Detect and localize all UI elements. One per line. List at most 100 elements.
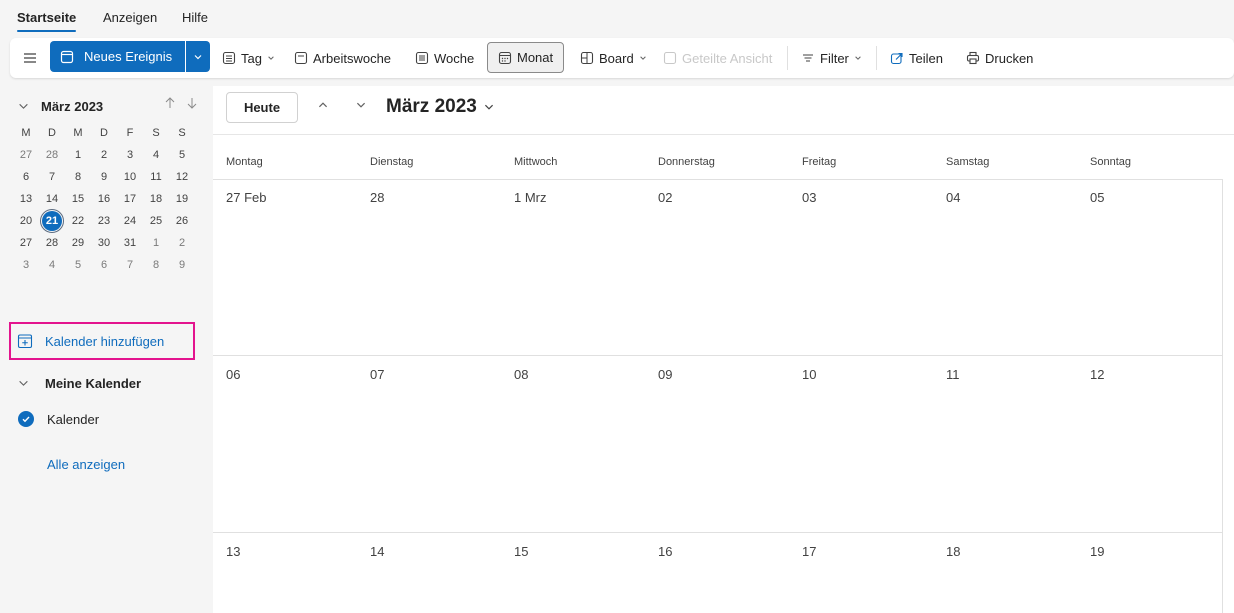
arrow-up-icon[interactable]	[164, 96, 176, 110]
mini-day[interactable]: 28	[42, 145, 62, 165]
mini-day[interactable]: 23	[94, 211, 114, 231]
mini-day[interactable]: 26	[172, 211, 192, 231]
mini-day[interactable]: 6	[16, 167, 36, 187]
tab-anzeigen[interactable]: Anzeigen	[103, 10, 157, 25]
split-view-button[interactable]: Geteilte Ansicht	[663, 38, 772, 78]
mini-day[interactable]: 11	[146, 167, 166, 187]
mini-day[interactable]: 3	[120, 145, 140, 165]
checkmark-icon[interactable]	[18, 411, 34, 427]
mini-day[interactable]: 27	[16, 233, 36, 253]
mini-day[interactable]: 14	[42, 189, 62, 209]
share-button[interactable]: Teilen	[890, 38, 943, 78]
mini-day[interactable]: 16	[94, 189, 114, 209]
mini-week-row: 13 14 15 16 17 18 19	[16, 188, 200, 210]
mini-day[interactable]: 7	[120, 255, 140, 275]
mini-day[interactable]: 2	[172, 233, 192, 253]
day-cell[interactable]: 14	[357, 534, 501, 613]
day-cell[interactable]: 28	[357, 180, 501, 355]
day-cell[interactable]: 02	[645, 180, 789, 355]
mini-day[interactable]: 31	[120, 233, 140, 253]
day-cell[interactable]: 07	[357, 357, 501, 532]
day-cell[interactable]: 05	[1077, 180, 1221, 355]
view-tag-button[interactable]: Tag	[222, 38, 280, 78]
day-cell[interactable]: 17	[789, 534, 933, 613]
view-arbeitswoche-button[interactable]: Arbeitswoche	[294, 38, 391, 78]
mini-day[interactable]: 30	[94, 233, 114, 253]
mini-day[interactable]: 18	[146, 189, 166, 209]
mini-day-today[interactable]: 21	[40, 209, 64, 233]
mini-day[interactable]: 9	[172, 255, 192, 275]
my-calendars-header[interactable]: Meine Kalender	[18, 376, 141, 391]
calendar-icon	[60, 50, 74, 63]
hamburger-icon[interactable]	[22, 50, 38, 66]
mini-day[interactable]: 19	[172, 189, 192, 209]
mini-day[interactable]: 8	[146, 255, 166, 275]
print-button[interactable]: Drucken	[966, 38, 1033, 78]
day-cell[interactable]: 10	[789, 357, 933, 532]
mini-day[interactable]: 9	[94, 167, 114, 187]
mini-day[interactable]: 24	[120, 211, 140, 231]
day-cell[interactable]: 09	[645, 357, 789, 532]
mini-day[interactable]: 13	[16, 189, 36, 209]
mini-day[interactable]: 2	[94, 145, 114, 165]
mini-day[interactable]: 15	[68, 189, 88, 209]
mini-day[interactable]: 3	[16, 255, 36, 275]
new-event-dropdown[interactable]	[186, 41, 210, 72]
mini-day[interactable]: 27	[16, 145, 36, 165]
day-cell[interactable]: 12	[1077, 357, 1221, 532]
view-woche-button[interactable]: Woche	[415, 38, 474, 78]
day-cell[interactable]: 19	[1077, 534, 1221, 613]
tab-startseite[interactable]: Startseite	[17, 10, 77, 32]
mini-day[interactable]: 5	[68, 255, 88, 275]
mini-day[interactable]: 12	[172, 167, 192, 187]
chevron-down-icon	[194, 54, 202, 59]
day-number: 08	[514, 367, 529, 382]
today-button[interactable]: Heute	[226, 92, 298, 123]
month-title[interactable]: März 2023	[386, 96, 495, 118]
filter-button[interactable]: Filter	[801, 38, 867, 78]
mini-day[interactable]: 4	[146, 145, 166, 165]
day-cell[interactable]: 16	[645, 534, 789, 613]
mini-day[interactable]: 4	[42, 255, 62, 275]
mini-day[interactable]: 5	[172, 145, 192, 165]
view-board-button[interactable]: Board	[580, 38, 652, 78]
chevron-up-icon[interactable]	[317, 99, 329, 114]
day-cell[interactable]: 11	[933, 357, 1077, 532]
mini-day[interactable]: 7	[42, 167, 62, 187]
arrow-down-icon[interactable]	[186, 96, 198, 110]
tab-hilfe[interactable]: Hilfe	[182, 10, 208, 25]
day-number: 18	[946, 544, 961, 559]
chevron-down-icon	[855, 56, 861, 60]
day-cell[interactable]: 06	[213, 357, 357, 532]
mini-day[interactable]: 22	[68, 211, 88, 231]
chevron-down-icon[interactable]	[18, 101, 29, 112]
mini-day[interactable]: 1	[146, 233, 166, 253]
mini-day[interactable]: 1	[68, 145, 88, 165]
day-cell[interactable]: 18	[933, 534, 1077, 613]
day-cell[interactable]: 27 Feb	[213, 180, 357, 355]
mini-day[interactable]: 17	[120, 189, 140, 209]
board-icon	[580, 51, 594, 65]
day-cell[interactable]: 1 Mrz	[501, 180, 645, 355]
mini-day[interactable]: 10	[120, 167, 140, 187]
mini-day[interactable]: 8	[68, 167, 88, 187]
add-calendar-button[interactable]: Kalender hinzufügen	[9, 322, 195, 360]
week-row: 13 14 15 16 17 18 19	[213, 534, 1223, 613]
day-cell[interactable]: 08	[501, 357, 645, 532]
mini-calendar-title[interactable]: März 2023	[41, 99, 103, 114]
mini-day[interactable]: 28	[42, 233, 62, 253]
calendar-item[interactable]: Kalender	[18, 411, 99, 427]
mini-day[interactable]: 20	[16, 211, 36, 231]
scrollbar-track[interactable]	[1222, 179, 1223, 613]
mini-day[interactable]: 6	[94, 255, 114, 275]
day-cell[interactable]: 04	[933, 180, 1077, 355]
day-cell[interactable]: 13	[213, 534, 357, 613]
chevron-down-icon[interactable]	[355, 99, 367, 114]
view-monat-button[interactable]: Monat	[487, 42, 565, 73]
mini-day[interactable]: 29	[68, 233, 88, 253]
show-all-link[interactable]: Alle anzeigen	[47, 457, 125, 472]
day-cell[interactable]: 15	[501, 534, 645, 613]
day-cell[interactable]: 03	[789, 180, 933, 355]
new-event-button[interactable]: Neues Ereignis	[50, 41, 185, 72]
mini-day[interactable]: 25	[146, 211, 166, 231]
